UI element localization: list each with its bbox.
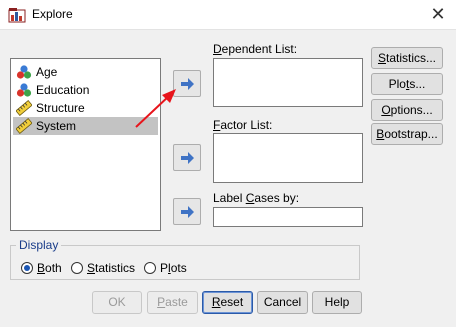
label-cases-label: Label Cases by: <box>213 191 300 205</box>
plots-button[interactable]: Plots... <box>371 73 443 95</box>
scale-variable-icon <box>15 99 33 117</box>
move-to-factor-button[interactable] <box>173 144 201 171</box>
close-icon[interactable]: ✕ <box>426 3 450 27</box>
statistics-button[interactable]: Statistics... <box>371 47 443 69</box>
spss-app-icon <box>8 7 26 23</box>
radio-label: Both <box>37 261 62 275</box>
window-title: Explore <box>32 7 73 21</box>
variable-label: Structure <box>36 101 85 115</box>
dependent-list-label: Dependent List: <box>213 42 298 56</box>
nominal-variable-icon <box>16 64 32 80</box>
variable-label: Education <box>36 83 90 97</box>
variable-label: System <box>36 119 77 133</box>
ok-button[interactable]: OK <box>92 291 142 314</box>
right-arrow-icon <box>181 206 194 218</box>
radio-unchecked-icon <box>144 262 156 274</box>
right-arrow-icon <box>181 152 194 164</box>
title-bar: Explore ✕ <box>0 0 456 30</box>
help-button[interactable]: Help <box>312 291 362 314</box>
variable-item[interactable]: Age <box>13 63 158 81</box>
factor-list-label: Factor List: <box>213 118 273 132</box>
right-arrow-icon <box>181 78 194 90</box>
radio-label: Plots <box>160 261 187 275</box>
radio-checked-icon <box>21 262 33 274</box>
annotation-red-arrow <box>135 89 176 128</box>
label-cases-field[interactable] <box>213 207 363 227</box>
paste-button[interactable]: Paste <box>147 291 198 314</box>
move-to-label-cases-button[interactable] <box>173 198 201 225</box>
bootstrap-button[interactable]: Bootstrap... <box>371 123 443 145</box>
display-legend: Display <box>19 238 59 252</box>
cancel-button[interactable]: Cancel <box>257 291 308 314</box>
factor-list-box[interactable] <box>213 133 363 183</box>
variable-list[interactable]: Age Education Structure System <box>10 58 161 231</box>
reset-button[interactable]: Reset <box>202 291 253 314</box>
options-button[interactable]: Options... <box>371 99 443 121</box>
scale-variable-icon <box>15 117 33 135</box>
nominal-variable-icon <box>16 82 32 98</box>
variable-label: Age <box>36 65 58 79</box>
radio-unchecked-icon <box>71 262 83 274</box>
dependent-list-box[interactable] <box>213 58 363 107</box>
radio-label: Statistics <box>87 261 136 275</box>
